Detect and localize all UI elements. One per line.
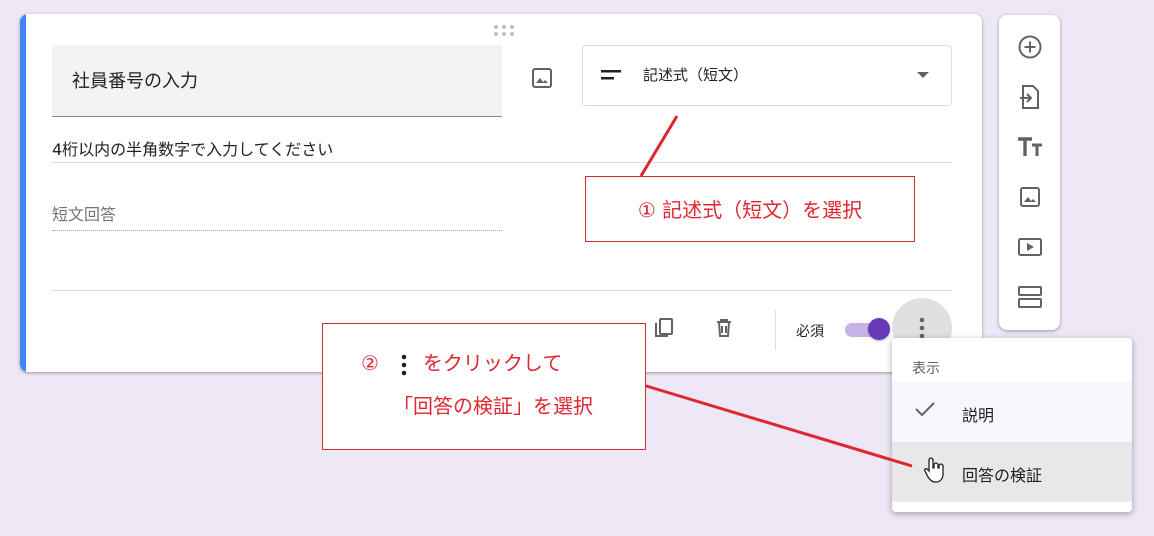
check-icon	[915, 402, 935, 417]
menu-item-label: 回答の検証	[962, 466, 1043, 485]
add-question-button[interactable]	[1012, 29, 1048, 65]
short-answer-placeholder: 短文回答	[52, 201, 502, 231]
hand-cursor-icon	[924, 457, 944, 483]
annotation-step1: ① 記述式（短文）を選択	[585, 176, 915, 242]
trash-icon	[717, 319, 731, 337]
dropdown-arrow-icon	[917, 72, 929, 78]
add-question-icon	[1018, 35, 1042, 59]
footer-divider	[52, 290, 952, 291]
duplicate-button[interactable]	[646, 310, 682, 346]
footer-separator	[775, 310, 776, 350]
menu-item-description[interactable]: 説明	[892, 382, 1132, 442]
delete-button[interactable]	[706, 310, 742, 346]
import-questions-icon	[1020, 85, 1039, 109]
annotation-step2-number: ②	[361, 351, 379, 375]
options-menu: 表示 説明 回答の検証	[892, 338, 1132, 512]
question-title-input[interactable]: 社員番号の入力	[52, 45, 502, 117]
required-label: 必須	[796, 324, 824, 340]
more-vert-icon	[401, 354, 407, 375]
add-title-button[interactable]	[1012, 129, 1048, 165]
drag-handle-icon[interactable]	[492, 24, 516, 38]
annotation-step1-text: ① 記述式（短文）を選択	[637, 198, 863, 222]
add-title-icon	[1018, 137, 1042, 156]
add-image-button[interactable]	[526, 62, 558, 94]
card-accent-bar	[20, 14, 26, 372]
add-image-icon	[1020, 187, 1040, 207]
add-video-button[interactable]	[1012, 229, 1048, 265]
question-description-input[interactable]: 4桁以内の半角数字で入力してください	[52, 136, 952, 163]
more-vert-icon	[919, 317, 925, 339]
add-image-tool-button[interactable]	[1012, 179, 1048, 215]
menu-header: 表示	[912, 361, 940, 377]
question-type-label: 記述式（短文）	[643, 66, 749, 84]
side-toolbar	[999, 15, 1060, 330]
add-video-icon	[1018, 238, 1042, 256]
annotation-step2-line2: 「回答の検証」を選択	[393, 394, 593, 418]
short-answer-icon	[601, 70, 621, 80]
add-section-icon	[1018, 286, 1042, 308]
question-type-select[interactable]: 記述式（短文）	[582, 45, 952, 106]
annotation-step2-line1: ② をクリックして	[361, 347, 562, 376]
menu-item-label: 説明	[962, 406, 995, 425]
annotation-step2: ② をクリックして 「回答の検証」を選択	[322, 323, 646, 450]
image-icon	[532, 68, 552, 88]
import-questions-button[interactable]	[1012, 79, 1048, 115]
annotation-step2-click-text: をクリックして	[422, 351, 563, 375]
copy-icon	[655, 318, 673, 337]
required-toggle-thumb[interactable]	[868, 318, 890, 340]
add-section-button[interactable]	[1012, 279, 1048, 315]
